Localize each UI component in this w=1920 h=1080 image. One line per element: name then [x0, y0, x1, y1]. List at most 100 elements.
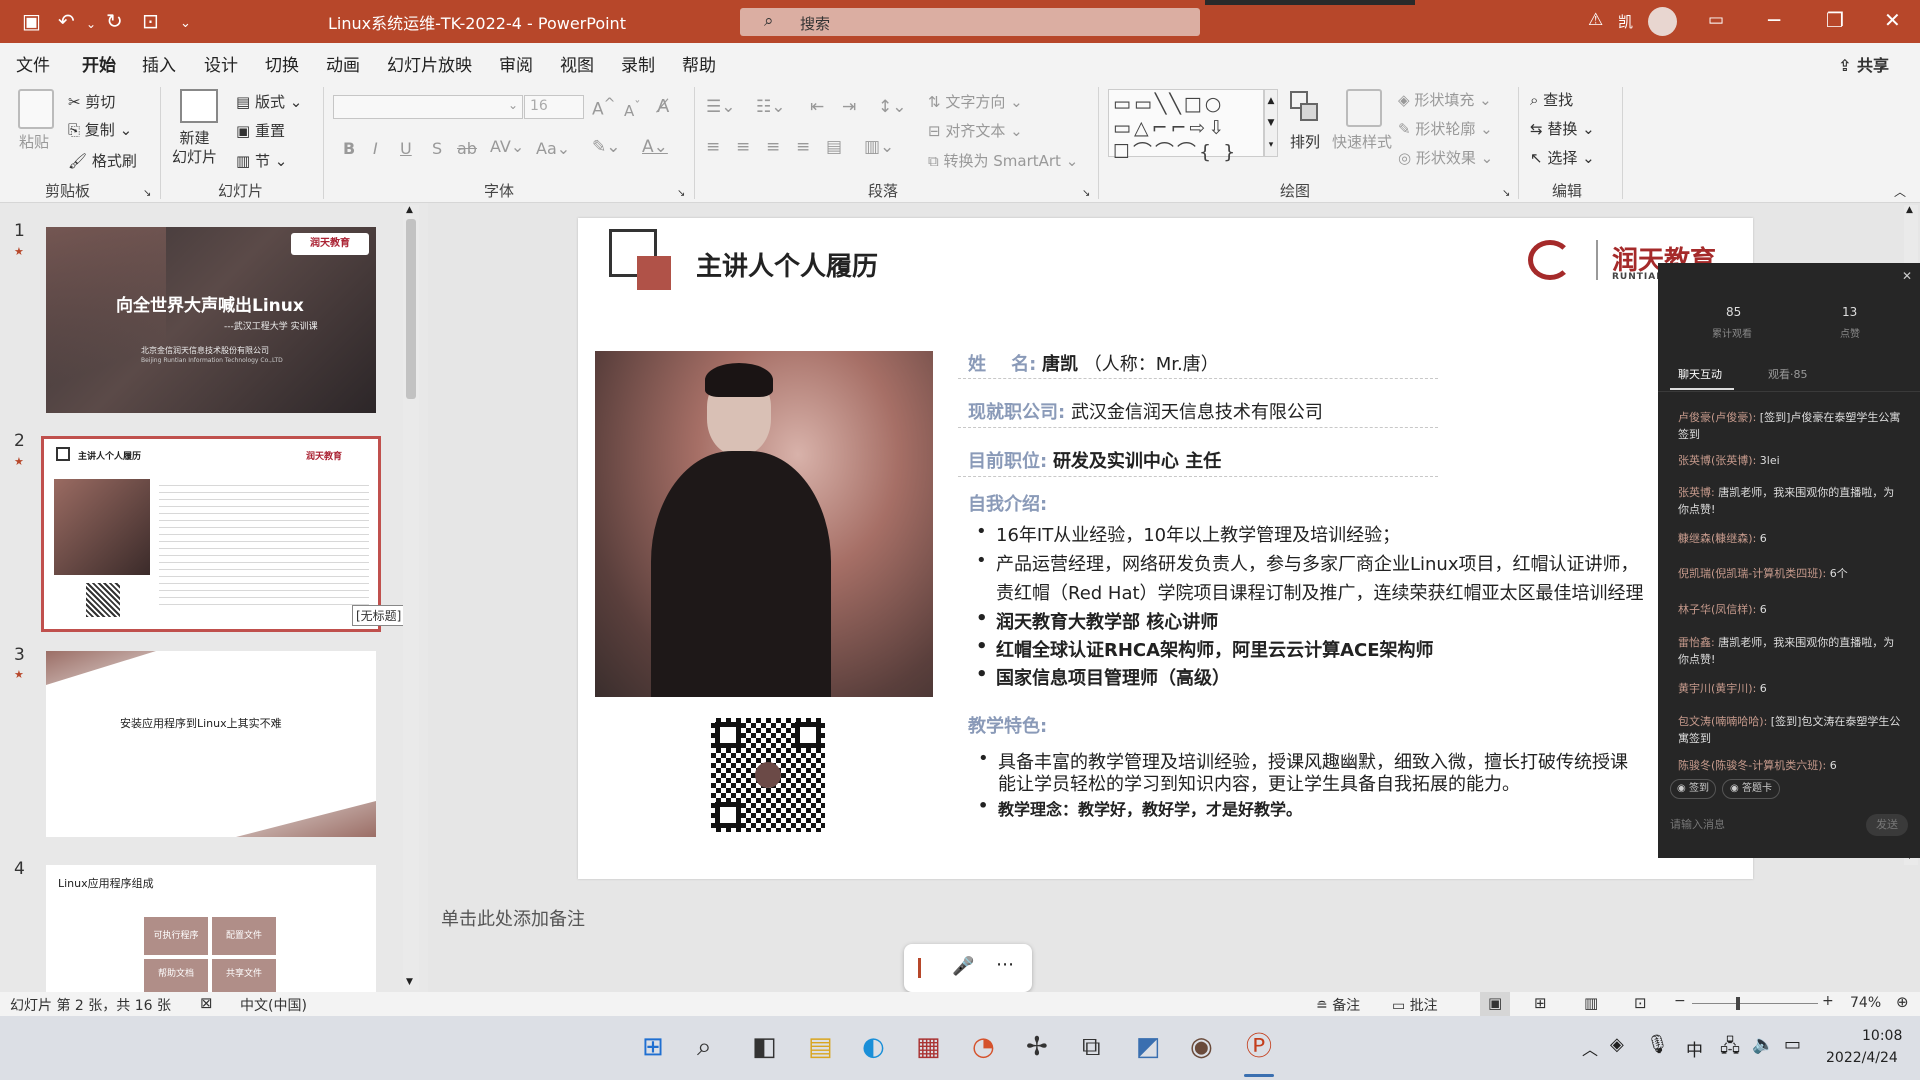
ribbon-display-icon[interactable]: ▭ — [1708, 10, 1724, 30]
arrange-icon[interactable] — [1290, 91, 1320, 123]
avatar[interactable] — [1648, 7, 1677, 36]
align-text-button[interactable]: ⊟ 对齐文本 ⌄ — [928, 120, 1023, 141]
zoom-slider[interactable] — [1692, 1003, 1818, 1004]
align-left-icon[interactable]: ≡ — [706, 137, 720, 157]
app-icon[interactable]: ◩ — [1136, 1032, 1161, 1062]
present-icon[interactable]: ⊡ — [142, 9, 159, 33]
send-button[interactable]: 发送 — [1866, 814, 1908, 836]
notes-toggle[interactable]: ≘ 备注 — [1316, 995, 1360, 1015]
current-slide[interactable]: 主讲人个人履历 润天教育 RUNTIAN 姓 名: 唐凯 （人称：Mr.唐） 现… — [578, 218, 1753, 879]
tab-viewers[interactable]: 观看·85 — [1768, 366, 1808, 382]
justify-icon[interactable]: ≡ — [796, 137, 810, 157]
scrollbar-thumb[interactable] — [406, 219, 416, 399]
char-spacing-icon[interactable]: AV⌄ — [490, 137, 524, 156]
notes-placeholder[interactable]: 单击此处添加备注 — [441, 905, 585, 931]
accessibility-icon[interactable]: ⊠ — [200, 994, 213, 1012]
file-explorer-icon[interactable]: ▤ — [808, 1032, 833, 1062]
quick-styles-icon[interactable] — [1346, 89, 1382, 127]
font-name-select[interactable]: ⌄ — [333, 95, 523, 119]
drawing-launcher-icon[interactable]: ↘ — [1502, 188, 1510, 199]
zoom-level[interactable]: 74% — [1850, 995, 1881, 1011]
search-box[interactable]: ⌕ 搜索 — [740, 8, 1200, 36]
select-button[interactable]: ↖ 选择 ⌄ — [1530, 147, 1595, 168]
slide-thumbnail-3[interactable]: 安装应用程序到Linux上其实不难 — [46, 651, 376, 837]
customize-qat-icon[interactable]: ⌄ — [180, 12, 191, 36]
arrange-button[interactable]: 排列 — [1290, 131, 1320, 152]
clipboard-launcher-icon[interactable]: ↘ — [143, 188, 151, 199]
strikethrough-icon[interactable]: ab — [457, 139, 477, 158]
slide-sorter-icon[interactable]: ⊞ — [1534, 994, 1547, 1012]
user-name[interactable]: 凯 — [1618, 11, 1633, 32]
show-hidden-icons-icon[interactable]: ︿ — [1582, 1036, 1598, 1060]
checkin-button[interactable]: ◉ 签到 — [1670, 779, 1716, 799]
close-icon[interactable]: ✕ — [1884, 8, 1901, 32]
new-slide-icon[interactable] — [180, 89, 218, 123]
slide-thumbnail-1[interactable]: 润天教育 向全世界大声喊出Linux ---武汉工程大学 实训课 北京金信润天信… — [46, 227, 376, 413]
copy-button[interactable]: ⎘ 复制 ⌄ — [68, 119, 132, 140]
section-button[interactable]: ▥ 节 ⌄ — [236, 150, 287, 171]
font-color-icon[interactable]: A⌄ — [642, 137, 668, 157]
zoom-in-icon[interactable]: + — [1822, 993, 1834, 1009]
edge-icon[interactable]: ◐ — [862, 1032, 885, 1062]
tab-transitions[interactable]: 切换 — [265, 51, 299, 76]
tab-help[interactable]: 帮助 — [682, 51, 716, 76]
zoom-out-icon[interactable]: − — [1674, 993, 1686, 1009]
chat-close-icon[interactable]: ✕ — [1902, 269, 1912, 283]
undo-icon[interactable]: ↶ — [58, 9, 75, 33]
tab-design[interactable]: 设计 — [204, 51, 238, 76]
scroll-up-icon[interactable]: ▲ — [406, 205, 413, 215]
fit-to-window-icon[interactable]: ⊕ — [1896, 993, 1909, 1011]
tab-insert[interactable]: 插入 — [142, 51, 176, 76]
collapse-ribbon-icon[interactable]: ︿ — [1894, 183, 1906, 200]
underline-icon[interactable]: U — [400, 139, 412, 158]
distributed-icon[interactable]: ▤ — [826, 137, 842, 157]
app-icon[interactable]: ✢ — [1026, 1032, 1048, 1062]
share-button[interactable]: ⇪ 共享 — [1838, 52, 1889, 76]
zoom-slider-thumb[interactable] — [1736, 997, 1740, 1010]
slide-thumbnail-4[interactable]: Linux应用程序组成 可执行程序 配置文件 帮助文档 共享文件 — [46, 865, 376, 992]
tab-animations[interactable]: 动画 — [326, 51, 360, 76]
search-icon[interactable]: ⌕ — [697, 1032, 712, 1062]
minimize-icon[interactable]: ─ — [1768, 8, 1780, 32]
align-right-icon[interactable]: ≡ — [766, 137, 780, 157]
microphone-icon[interactable]: 🎤 — [952, 956, 974, 977]
volume-icon[interactable]: 🔈 — [1752, 1034, 1774, 1055]
new-slide-button[interactable]: 新建 幻灯片 — [172, 129, 217, 167]
bold-icon[interactable]: B — [343, 139, 355, 158]
reading-view-icon[interactable]: ▥ — [1584, 994, 1598, 1012]
tab-chat[interactable]: 聊天互动 — [1678, 366, 1722, 382]
clock-date[interactable]: 2022/4/24 — [1826, 1050, 1898, 1066]
network-icon[interactable]: 🖧 — [1720, 1034, 1740, 1064]
paste-button[interactable]: 粘贴 — [19, 131, 49, 152]
quick-styles-button[interactable]: 快速样式 — [1332, 131, 1392, 152]
layout-button[interactable]: ▤ 版式 ⌄ — [236, 91, 302, 112]
shapes-gallery[interactable]: ▭▭╲╲□○ ▭△⌐⌐⇨⇩ ☐⌒⌒⌒{ } — [1108, 89, 1264, 163]
ime-indicator[interactable]: 中 — [1686, 1036, 1703, 1061]
align-center-icon[interactable]: ≡ — [736, 137, 750, 157]
numbering-icon[interactable]: ☷⌄ — [756, 97, 785, 117]
tab-home[interactable]: 开始 — [82, 51, 116, 83]
clear-format-icon[interactable]: A̸ — [657, 96, 669, 117]
shadow-icon[interactable]: S — [432, 139, 442, 158]
shape-fill-button[interactable]: ◈ 形状填充 ⌄ — [1398, 89, 1492, 110]
undo-dropdown-icon[interactable]: ⌄ — [86, 12, 96, 36]
redo-icon[interactable]: ↻ — [106, 9, 123, 33]
language-indicator[interactable]: 中文(中国) — [240, 995, 307, 1015]
font-launcher-icon[interactable]: ↘ — [677, 188, 685, 199]
comments-toggle[interactable]: ▭ 批注 — [1392, 995, 1438, 1015]
italic-icon[interactable]: I — [373, 139, 378, 158]
shape-effects-button[interactable]: ◎ 形状效果 ⌄ — [1398, 147, 1493, 168]
scroll-up-icon[interactable]: ▲ — [1906, 205, 1913, 215]
tab-slideshow[interactable]: 幻灯片放映 — [387, 51, 472, 76]
slide-thumbnail-2[interactable]: 主讲人个人履历 润天教育 — [41, 436, 381, 632]
task-view-icon[interactable]: ◧ — [752, 1032, 777, 1062]
paragraph-launcher-icon[interactable]: ↘ — [1082, 188, 1090, 199]
format-painter-button[interactable]: 🖌 格式刷 — [68, 150, 137, 171]
scroll-down-icon[interactable]: ▼ — [406, 977, 413, 987]
smartart-button[interactable]: ⧉ 转换为 SmartArt ⌄ — [928, 150, 1078, 171]
replace-button[interactable]: ⇆ 替换 ⌄ — [1530, 118, 1595, 139]
app-icon[interactable]: ⧉ — [1082, 1032, 1101, 1062]
change-case-icon[interactable]: Aa⌄ — [536, 139, 570, 158]
slideshow-icon[interactable]: ⊡ — [1634, 994, 1647, 1012]
tray-app-icon[interactable]: ◈ — [1610, 1034, 1624, 1055]
